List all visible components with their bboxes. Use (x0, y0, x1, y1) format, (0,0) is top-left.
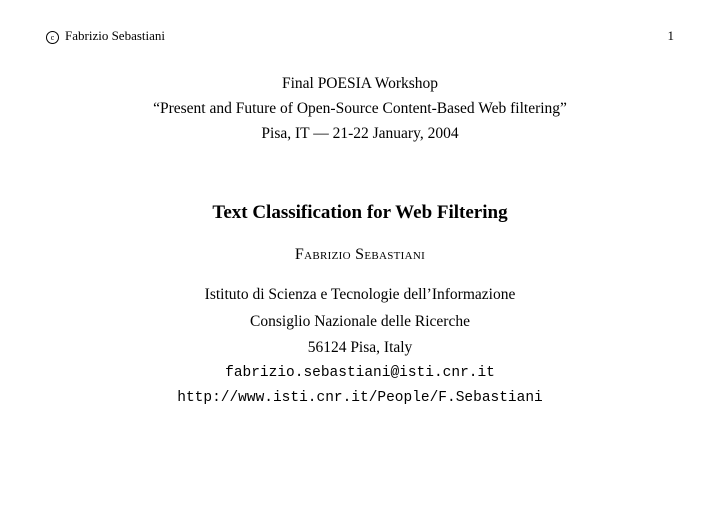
paper-author: Fabrizio Sebastiani (46, 246, 674, 264)
page: c Fabrizio Sebastiani 1 Final POESIA Work… (0, 0, 720, 411)
paper-title: Text Classification for Web Filtering (46, 202, 674, 224)
copyright-icon: c (46, 31, 59, 44)
email: fabrizio.sebastiani@isti.cnr.it (46, 361, 674, 386)
page-number: 1 (668, 28, 675, 44)
page-header: c Fabrizio Sebastiani 1 (46, 28, 674, 44)
affiliation-block: Istituto di Scienza e Tecnologie dell’In… (46, 282, 674, 410)
header-author: Fabrizio Sebastiani (65, 28, 165, 43)
institute: Istituto di Scienza e Tecnologie dell’In… (46, 282, 674, 308)
workshop-name: Final POESIA Workshop (46, 72, 674, 97)
header-left: c Fabrizio Sebastiani (46, 28, 165, 44)
workshop-location-date: Pisa, IT — 21-22 January, 2004 (46, 122, 674, 147)
workshop-info: Final POESIA Workshop “Present and Futur… (46, 72, 674, 146)
homepage-url: http://www.isti.cnr.it/People/F.Sebastia… (46, 386, 674, 411)
address: 56124 Pisa, Italy (46, 335, 674, 361)
organization: Consiglio Nazionale delle Ricerche (46, 309, 674, 335)
workshop-subtitle: “Present and Future of Open-Source Conte… (46, 97, 674, 122)
